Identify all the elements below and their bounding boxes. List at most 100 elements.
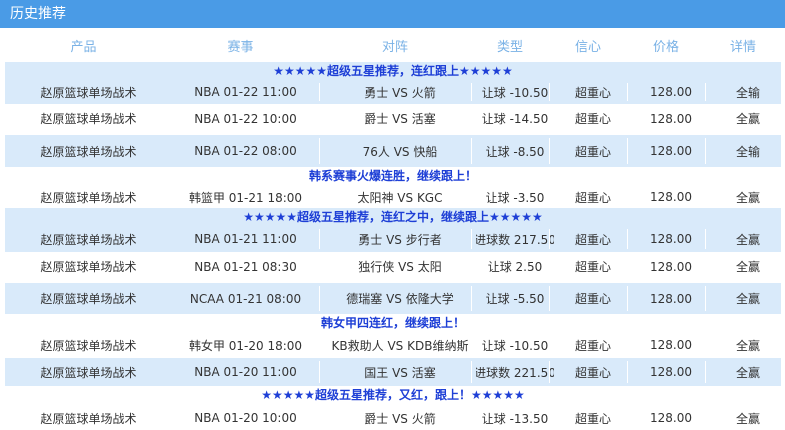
cell-event: NBA 01-21 11:00 (194, 232, 297, 246)
column-divider (627, 83, 628, 101)
header-price: 价格 (652, 39, 679, 55)
cell-type: 让球 2.50 (487, 260, 543, 274)
cell-confidence: 超重心 (574, 260, 611, 274)
header-event: 赛事 (227, 39, 254, 55)
cell-type: 让球 -3.50 (485, 190, 545, 205)
cell-event: NBA 01-22 10:00 (194, 111, 297, 126)
table-row[interactable]: 赵原篮球单场战术 NBA 01-20 10:00 爵士 VS 火箭 让球 -13… (5, 406, 781, 430)
cell-matchup: 76人 VS 快船 (362, 144, 438, 159)
column-divider (705, 229, 706, 249)
column-divider (471, 361, 472, 383)
announcement-banner: ★★★★★超级五星推荐，又红，跟上！★★★★★ (261, 388, 525, 402)
column-divider (627, 286, 628, 311)
column-divider (705, 138, 706, 164)
cell-price: 128.00 (650, 85, 692, 99)
cell-confidence: 超重心 (574, 112, 611, 126)
cell-product: 赵原篮球单场战术 (40, 190, 137, 205)
column-divider (627, 361, 628, 383)
cell-result[interactable]: 全赢 (710, 252, 785, 281)
cell-confidence: 超重心 (574, 190, 611, 205)
table-row[interactable]: 赵原篮球单场战术 NBA 01-20 11:00 国王 VS 活塞 进球数 22… (5, 358, 781, 386)
column-divider (471, 83, 472, 101)
cell-result[interactable]: 全赢 (710, 104, 785, 133)
cell-confidence: 超重心 (574, 144, 611, 159)
cell-product: 赵原篮球单场战术 (40, 365, 137, 380)
cell-matchup: KB救助人 VS KDB维纳斯 (331, 338, 469, 353)
cell-price: 128.00 (650, 365, 692, 379)
cell-matchup: 国王 VS 活塞 (364, 365, 436, 380)
cell-product: 赵原篮球单场战术 (40, 338, 137, 353)
cell-matchup: 独行侠 VS 太阳 (358, 260, 442, 274)
cell-result[interactable]: 全赢 (710, 226, 785, 252)
column-divider (705, 286, 706, 311)
cell-result[interactable]: 全赢 (710, 358, 785, 386)
column-divider (549, 83, 550, 101)
cell-confidence: 超重心 (574, 292, 611, 306)
cell-price: 128.00 (650, 338, 692, 352)
cell-type: 让球 -10.50 (481, 85, 549, 100)
table-row[interactable]: 赵原篮球单场战术 NBA 01-22 08:00 76人 VS 快船 让球 -8… (5, 135, 781, 167)
cell-price: 128.00 (650, 411, 692, 425)
cell-matchup: 勇士 VS 火箭 (364, 85, 436, 100)
cell-result[interactable]: 全输 (710, 135, 785, 167)
cell-event: 韩女甲 01-20 18:00 (188, 338, 303, 353)
cell-result[interactable]: 全赢 (710, 406, 785, 430)
cell-product: 赵原篮球单场战术 (40, 232, 137, 247)
column-divider (549, 361, 550, 383)
cell-event: NBA 01-22 08:00 (194, 144, 297, 158)
column-divider (319, 361, 320, 383)
cell-type: 让球 -10.50 (481, 338, 549, 353)
cell-event: NBA 01-20 10:00 (194, 411, 297, 425)
header-product: 产品 (70, 39, 97, 55)
cell-matchup: 爵士 VS 活塞 (364, 112, 436, 126)
announcement-banner: 韩系赛事火爆连胜，继续跟上！ (308, 169, 477, 183)
column-divider (319, 83, 320, 101)
header-confidence: 信心 (574, 39, 601, 55)
cell-product: 赵原篮球单场战术 (40, 85, 137, 100)
cell-result[interactable]: 全输 (710, 80, 785, 104)
column-divider (471, 286, 472, 311)
cell-type: 让球 -13.50 (481, 411, 549, 426)
cell-type: 让球 -5.50 (485, 292, 545, 306)
table-row[interactable]: 赵原篮球单场战术 韩女甲 01-20 18:00 KB救助人 VS KDB维纳斯… (5, 333, 781, 357)
table-row[interactable]: 赵原篮球单场战术 NBA 01-22 11:00 勇士 VS 火箭 让球 -10… (5, 80, 781, 104)
table-row[interactable]: 赵原篮球单场战术 NBA 01-22 10:00 爵士 VS 活塞 让球 -14… (5, 104, 781, 133)
cell-event: NCAA 01-21 08:00 (189, 291, 302, 306)
column-divider (471, 138, 472, 164)
cell-type: 进球数 221.50 (476, 365, 554, 380)
announcement-banner: ★★★★★超级五星推荐，连红之中，继续跟上★★★★★ (5, 208, 781, 226)
announcement-banner: ★★★★★超级五星推荐，连红跟上★★★★★ (5, 62, 781, 80)
cell-price: 128.00 (650, 111, 692, 126)
table-row[interactable]: 赵原篮球单场战术 NBA 01-21 08:30 独行侠 VS 太阳 让球 2.… (5, 252, 781, 281)
panel-title: 历史推荐 (10, 6, 66, 22)
cell-price: 128.00 (650, 291, 692, 306)
table-row[interactable]: 赵原篮球单场战术 NCAA 01-21 08:00 德瑞塞 VS 依隆大学 让球… (5, 283, 781, 314)
column-divider (319, 286, 320, 311)
cell-product: 赵原篮球单场战术 (40, 292, 137, 306)
header-details: 详情 (729, 39, 756, 55)
table-row[interactable]: 赵原篮球单场战术 NBA 01-21 11:00 勇士 VS 步行者 进球数 2… (5, 226, 781, 252)
cell-confidence: 超重心 (574, 232, 611, 247)
cell-type: 让球 -8.50 (485, 144, 545, 159)
cell-event: NBA 01-20 11:00 (194, 365, 297, 379)
cell-event: 韩篮甲 01-21 18:00 (188, 190, 303, 205)
column-divider (705, 361, 706, 383)
table-row[interactable]: 赵原篮球单场战术 韩篮甲 01-21 18:00 太阳神 VS KGC 让球 -… (5, 186, 781, 208)
cell-type: 让球 -14.50 (481, 112, 549, 126)
cell-product: 赵原篮球单场战术 (40, 411, 137, 426)
cell-result[interactable]: 全赢 (710, 283, 785, 314)
cell-product: 赵原篮球单场战术 (40, 260, 137, 274)
cell-event: NBA 01-22 11:00 (194, 85, 297, 99)
cell-result[interactable]: 全赢 (710, 186, 785, 208)
cell-matchup: 太阳神 VS KGC (357, 190, 443, 205)
cell-event: NBA 01-21 08:30 (194, 259, 297, 274)
cell-matchup: 爵士 VS 火箭 (364, 411, 436, 426)
cell-price: 128.00 (650, 190, 692, 204)
announcement-banner: 韩女甲四连红，继续跟上！ (320, 316, 465, 330)
cell-product: 赵原篮球单场战术 (40, 112, 137, 126)
cell-price: 128.00 (650, 232, 692, 246)
cell-result[interactable]: 全赢 (710, 333, 785, 357)
column-divider (549, 229, 550, 249)
panel-title-bar: 历史推荐 (0, 0, 785, 28)
cell-matchup: 勇士 VS 步行者 (358, 232, 442, 247)
